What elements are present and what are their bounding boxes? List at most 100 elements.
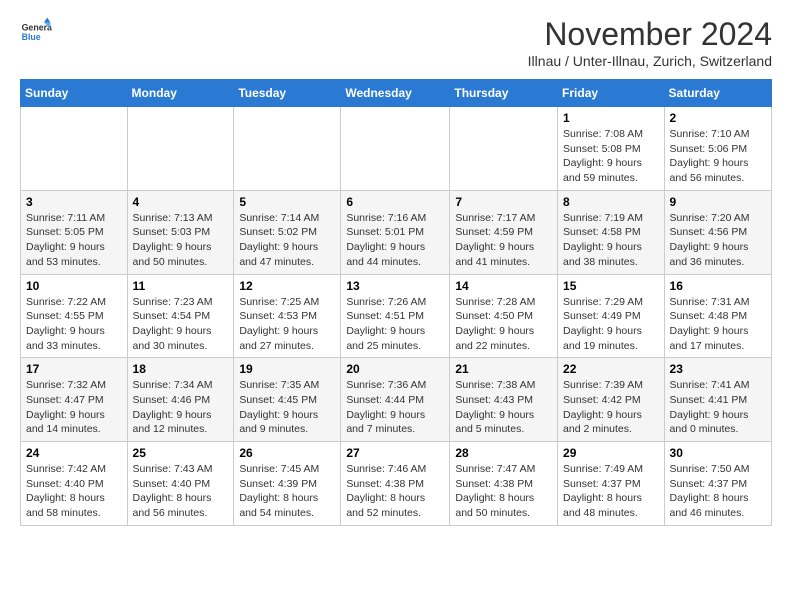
day-cell-29: 29 Sunrise: 7:49 AM Sunset: 4:37 PM Dayli… [558,442,665,526]
logo-icon: General Blue [20,16,52,48]
day-cell-11: 11 Sunrise: 7:23 AM Sunset: 4:54 PM Dayli… [127,274,234,358]
empty-cell [341,107,450,191]
day-info: Sunrise: 7:13 AM Sunset: 5:03 PM Dayligh… [133,211,229,270]
empty-cell [127,107,234,191]
day-cell-24: 24 Sunrise: 7:42 AM Sunset: 4:40 PM Dayli… [21,442,128,526]
title-block: November 2024 Illnau / Unter-Illnau, Zur… [528,16,772,69]
weekday-header-friday: Friday [558,80,665,107]
day-number: 17 [26,362,122,376]
day-info: Sunrise: 7:36 AM Sunset: 4:44 PM Dayligh… [346,378,444,437]
day-number: 15 [563,279,659,293]
day-cell-5: 5 Sunrise: 7:14 AM Sunset: 5:02 PM Daylig… [234,190,341,274]
day-cell-17: 17 Sunrise: 7:32 AM Sunset: 4:47 PM Dayli… [21,358,128,442]
day-number: 3 [26,195,122,209]
day-number: 19 [239,362,335,376]
day-number: 21 [455,362,552,376]
day-info: Sunrise: 7:22 AM Sunset: 4:55 PM Dayligh… [26,295,122,354]
weekday-header-row: SundayMondayTuesdayWednesdayThursdayFrid… [21,80,772,107]
day-info: Sunrise: 7:08 AM Sunset: 5:08 PM Dayligh… [563,127,659,186]
day-info: Sunrise: 7:19 AM Sunset: 4:58 PM Dayligh… [563,211,659,270]
day-number: 14 [455,279,552,293]
weekday-header-monday: Monday [127,80,234,107]
day-info: Sunrise: 7:26 AM Sunset: 4:51 PM Dayligh… [346,295,444,354]
day-cell-9: 9 Sunrise: 7:20 AM Sunset: 4:56 PM Daylig… [664,190,771,274]
day-info: Sunrise: 7:11 AM Sunset: 5:05 PM Dayligh… [26,211,122,270]
day-cell-18: 18 Sunrise: 7:34 AM Sunset: 4:46 PM Dayli… [127,358,234,442]
day-info: Sunrise: 7:20 AM Sunset: 4:56 PM Dayligh… [670,211,766,270]
day-cell-21: 21 Sunrise: 7:38 AM Sunset: 4:43 PM Dayli… [450,358,558,442]
day-info: Sunrise: 7:23 AM Sunset: 4:54 PM Dayligh… [133,295,229,354]
day-info: Sunrise: 7:38 AM Sunset: 4:43 PM Dayligh… [455,378,552,437]
day-info: Sunrise: 7:50 AM Sunset: 4:37 PM Dayligh… [670,462,766,521]
day-number: 6 [346,195,444,209]
day-number: 4 [133,195,229,209]
day-cell-15: 15Sunrise: 7:29 AM Sunset: 4:49 PM Dayli… [558,274,665,358]
calendar-table: SundayMondayTuesdayWednesdayThursdayFrid… [20,79,772,526]
day-number: 30 [670,446,766,460]
day-info: Sunrise: 7:14 AM Sunset: 5:02 PM Dayligh… [239,211,335,270]
location: Illnau / Unter-Illnau, Zurich, Switzerla… [528,53,772,69]
day-number: 10 [26,279,122,293]
weekday-header-wednesday: Wednesday [341,80,450,107]
day-info: Sunrise: 7:17 AM Sunset: 4:59 PM Dayligh… [455,211,552,270]
day-number: 22 [563,362,659,376]
day-number: 23 [670,362,766,376]
day-number: 26 [239,446,335,460]
day-number: 7 [455,195,552,209]
weekday-header-tuesday: Tuesday [234,80,341,107]
day-number: 16 [670,279,766,293]
day-info: Sunrise: 7:41 AM Sunset: 4:41 PM Dayligh… [670,378,766,437]
page-header: General Blue November 2024 Illnau / Unte… [20,16,772,69]
empty-cell [450,107,558,191]
day-number: 9 [670,195,766,209]
day-info: Sunrise: 7:42 AM Sunset: 4:40 PM Dayligh… [26,462,122,521]
day-info: Sunrise: 7:32 AM Sunset: 4:47 PM Dayligh… [26,378,122,437]
day-info: Sunrise: 7:25 AM Sunset: 4:53 PM Dayligh… [239,295,335,354]
day-info: Sunrise: 7:34 AM Sunset: 4:46 PM Dayligh… [133,378,229,437]
day-cell-3: 3 Sunrise: 7:11 AM Sunset: 5:05 PM Daylig… [21,190,128,274]
svg-text:Blue: Blue [22,32,41,42]
day-cell-20: 20 Sunrise: 7:36 AM Sunset: 4:44 PM Dayli… [341,358,450,442]
day-number: 12 [239,279,335,293]
day-number: 27 [346,446,444,460]
day-number: 13 [346,279,444,293]
day-number: 20 [346,362,444,376]
day-cell-30: 30 Sunrise: 7:50 AM Sunset: 4:37 PM Dayli… [664,442,771,526]
logo: General Blue [20,16,52,48]
day-cell-27: 27Sunrise: 7:46 AM Sunset: 4:38 PM Dayli… [341,442,450,526]
day-cell-25: 25 Sunrise: 7:43 AM Sunset: 4:40 PM Dayli… [127,442,234,526]
day-number: 25 [133,446,229,460]
day-cell-13: 13 Sunrise: 7:26 AM Sunset: 4:51 PM Dayli… [341,274,450,358]
weekday-header-sunday: Sunday [21,80,128,107]
day-info: Sunrise: 7:47 AM Sunset: 4:38 PM Dayligh… [455,462,552,521]
day-info: Sunrise: 7:45 AM Sunset: 4:39 PM Dayligh… [239,462,335,521]
week-row-1: 1Sunrise: 7:08 AM Sunset: 5:08 PM Daylig… [21,107,772,191]
empty-cell [21,107,128,191]
day-number: 29 [563,446,659,460]
day-cell-12: 12 Sunrise: 7:25 AM Sunset: 4:53 PM Dayli… [234,274,341,358]
day-info: Sunrise: 7:31 AM Sunset: 4:48 PM Dayligh… [670,295,766,354]
day-number: 28 [455,446,552,460]
day-number: 8 [563,195,659,209]
day-number: 2 [670,111,766,125]
week-row-2: 3 Sunrise: 7:11 AM Sunset: 5:05 PM Daylig… [21,190,772,274]
week-row-4: 17 Sunrise: 7:32 AM Sunset: 4:47 PM Dayli… [21,358,772,442]
day-cell-6: 6Sunrise: 7:16 AM Sunset: 5:01 PM Daylig… [341,190,450,274]
day-cell-8: 8 Sunrise: 7:19 AM Sunset: 4:58 PM Daylig… [558,190,665,274]
day-info: Sunrise: 7:49 AM Sunset: 4:37 PM Dayligh… [563,462,659,521]
day-cell-16: 16 Sunrise: 7:31 AM Sunset: 4:48 PM Dayli… [664,274,771,358]
day-info: Sunrise: 7:39 AM Sunset: 4:42 PM Dayligh… [563,378,659,437]
day-number: 24 [26,446,122,460]
day-number: 18 [133,362,229,376]
day-cell-28: 28 Sunrise: 7:47 AM Sunset: 4:38 PM Dayli… [450,442,558,526]
day-cell-4: 4 Sunrise: 7:13 AM Sunset: 5:03 PM Daylig… [127,190,234,274]
day-cell-2: 2Sunrise: 7:10 AM Sunset: 5:06 PM Daylig… [664,107,771,191]
week-row-3: 10 Sunrise: 7:22 AM Sunset: 4:55 PM Dayli… [21,274,772,358]
weekday-header-thursday: Thursday [450,80,558,107]
day-info: Sunrise: 7:43 AM Sunset: 4:40 PM Dayligh… [133,462,229,521]
day-cell-19: 19Sunrise: 7:35 AM Sunset: 4:45 PM Dayli… [234,358,341,442]
day-info: Sunrise: 7:28 AM Sunset: 4:50 PM Dayligh… [455,295,552,354]
day-cell-10: 10 Sunrise: 7:22 AM Sunset: 4:55 PM Dayli… [21,274,128,358]
day-number: 5 [239,195,335,209]
day-number: 11 [133,279,229,293]
